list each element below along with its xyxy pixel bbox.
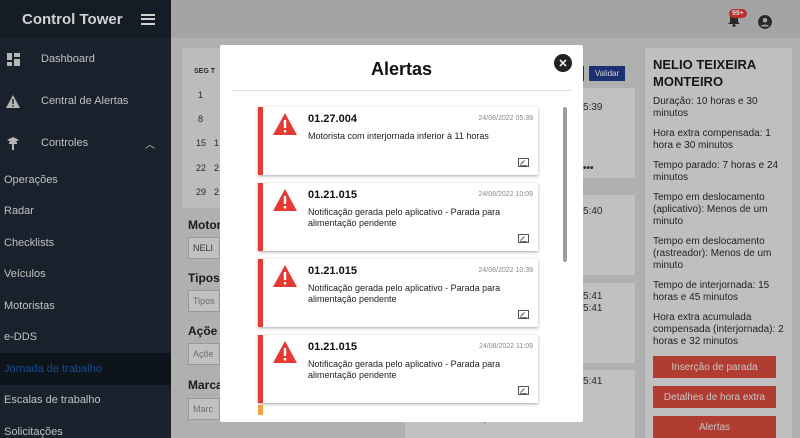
alert-message: Notificação gerada pelo aplicativo - Par… <box>308 283 501 304</box>
alert-date: 24/08/2022 11:09 <box>479 343 533 350</box>
next-alert-edge <box>258 405 263 415</box>
warning-icon <box>273 341 297 363</box>
alert-message: Notificação gerada pelo aplicativo - Par… <box>308 207 501 228</box>
alert-code: 01.21.015 <box>308 265 357 277</box>
modal-title: Alertas <box>370 59 433 79</box>
warning-icon <box>273 113 297 135</box>
alert-date: 24/08/2022 10:09 <box>478 191 534 198</box>
divider <box>232 90 571 91</box>
modal-scrollbar[interactable] <box>563 107 567 262</box>
alert-code: 01.21.015 <box>308 341 357 353</box>
note-icon[interactable] <box>518 386 529 395</box>
alert-item[interactable]: 01.21.015 24/08/2022 11:09 Notificação g… <box>258 335 538 403</box>
alert-code: 01.27.004 <box>308 113 357 125</box>
note-icon[interactable] <box>518 158 529 167</box>
alerts-modal: Alertas ✕ 01.27.004 24/08/2022 05:39 Mot… <box>220 45 583 422</box>
alert-item[interactable]: 01.21.015 24/08/2022 10:39 Notificação g… <box>258 259 538 327</box>
alert-code: 01.21.015 <box>308 189 357 201</box>
close-icon[interactable]: ✕ <box>554 54 572 72</box>
warning-icon <box>273 265 297 287</box>
alert-list: 01.27.004 24/08/2022 05:39 Motorista com… <box>258 107 538 411</box>
note-icon[interactable] <box>518 234 529 243</box>
alert-date: 24/08/2022 05:39 <box>478 115 534 122</box>
alert-item[interactable]: 01.27.004 24/08/2022 05:39 Motorista com… <box>258 107 538 175</box>
alert-item[interactable]: 01.21.015 24/08/2022 10:09 Notificação g… <box>258 183 538 251</box>
note-icon[interactable] <box>518 310 529 319</box>
alert-date: 24/08/2022 10:39 <box>478 267 534 274</box>
warning-icon <box>273 189 297 211</box>
alert-message: Notificação gerada pelo aplicativo - Par… <box>308 359 501 380</box>
alert-message: Motorista com interjornada inferior à 11… <box>308 131 489 141</box>
